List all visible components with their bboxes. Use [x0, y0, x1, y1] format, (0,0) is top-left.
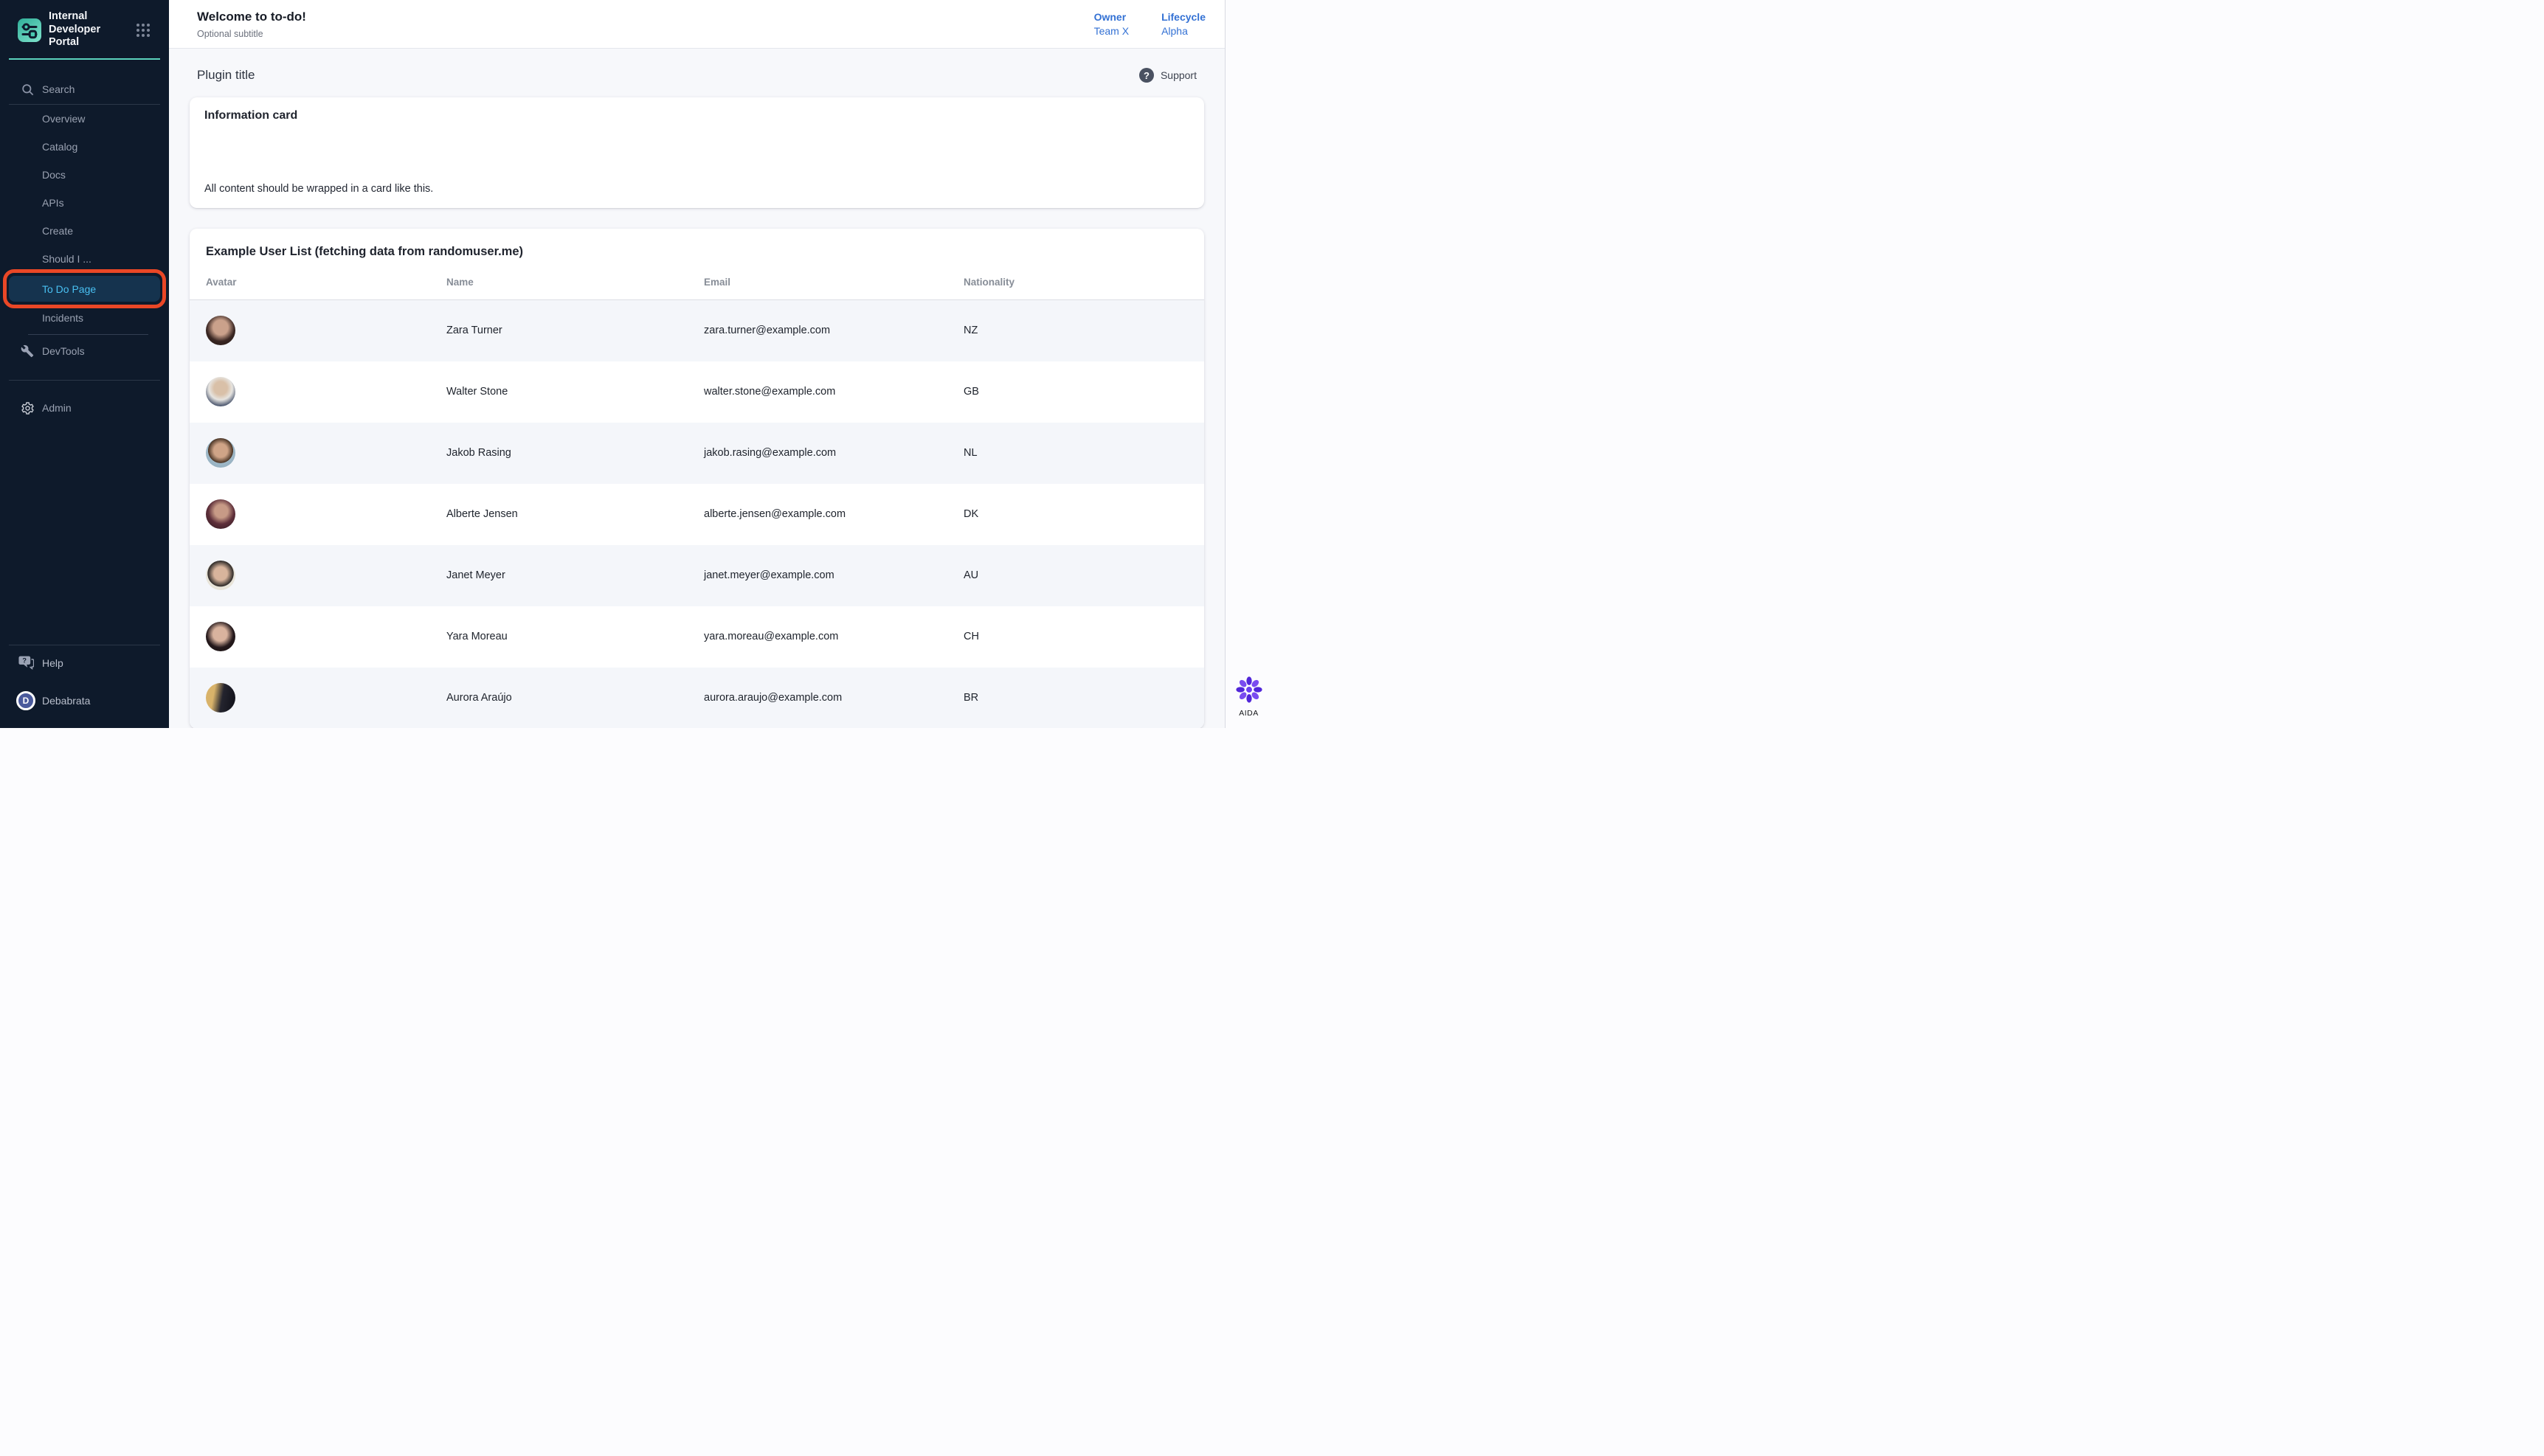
support-button[interactable]: ? Support: [1139, 68, 1197, 83]
brand: Internal Developer Portal: [9, 0, 160, 60]
table-row: Janet Meyer janet.meyer@example.com AU: [190, 545, 1204, 606]
owner-value-link[interactable]: Team X: [1094, 25, 1129, 37]
cell-nationality: NL: [964, 423, 1204, 484]
sidebar-item-docs[interactable]: Docs: [0, 161, 169, 189]
owner-label: Owner: [1094, 11, 1129, 23]
cell-nationality: AU: [964, 545, 1204, 606]
col-header-avatar: Avatar: [190, 266, 446, 300]
col-header-email: Email: [704, 266, 964, 300]
sidebar-nav: Search Overview Catalog Docs APIs Create…: [0, 60, 169, 422]
cell-email: alberte.jensen@example.com: [704, 484, 964, 545]
information-card-title: Information card: [204, 109, 1189, 122]
user-table: Avatar Name Email Nationality Zara Turne…: [190, 266, 1204, 728]
avatar: [206, 438, 235, 468]
cell-nationality: GB: [964, 361, 1204, 423]
page-title: Welcome to to-do!: [197, 10, 306, 24]
cell-nationality: BR: [964, 668, 1204, 729]
search-icon: [20, 82, 35, 97]
table-row: Walter Stone walter.stone@example.com GB: [190, 361, 1204, 423]
sidebar-item-apis[interactable]: APIs: [0, 189, 169, 217]
avatar: [206, 622, 235, 651]
table-row: Alberte Jensen alberte.jensen@example.co…: [190, 484, 1204, 545]
app-title: Internal Developer Portal: [49, 10, 129, 49]
cell-name: Yara Moreau: [446, 606, 704, 668]
help-bubble-icon: ?: [18, 655, 34, 672]
divider: [9, 380, 160, 381]
sidebar-item-catalog[interactable]: Catalog: [0, 133, 169, 161]
question-mark-icon: ?: [1139, 68, 1154, 83]
cell-name: Jakob Rasing: [446, 423, 704, 484]
plugin-title: Plugin title: [197, 68, 255, 83]
page-subtitle: Optional subtitle: [197, 29, 306, 39]
wrench-icon: [20, 344, 35, 358]
cell-nationality: CH: [964, 606, 1204, 668]
aida-label: AIDA: [1235, 709, 1263, 718]
sidebar-item-devtools[interactable]: DevTools: [0, 337, 169, 365]
sidebar-item-to-do-page[interactable]: To Do Page: [9, 276, 160, 302]
information-card: Information card All content should be w…: [190, 97, 1204, 208]
lifecycle-label: Lifecycle: [1161, 11, 1206, 23]
col-header-name: Name: [446, 266, 704, 300]
gear-icon: [20, 401, 35, 415]
cell-nationality: DK: [964, 484, 1204, 545]
svg-text:?: ?: [22, 657, 27, 665]
table-row: Yara Moreau yara.moreau@example.com CH: [190, 606, 1204, 668]
user-avatar: D: [16, 691, 35, 710]
cell-email: janet.meyer@example.com: [704, 545, 964, 606]
cell-email: walter.stone@example.com: [704, 361, 964, 423]
col-header-nationality: Nationality: [964, 266, 1204, 300]
aida-flower-icon: [1235, 676, 1263, 704]
sidebar-item-overview[interactable]: Overview: [0, 105, 169, 133]
apps-grid-icon[interactable]: [136, 24, 150, 37]
header-meta: Owner Team X Lifecycle Alpha: [1094, 11, 1206, 37]
user-list-title: Example User List (fetching data from ra…: [190, 245, 1204, 259]
cell-name: Alberte Jensen: [446, 484, 704, 545]
viewport-margin: AIDA: [1225, 0, 1272, 728]
lifecycle-value: Alpha: [1161, 25, 1206, 37]
main-area: Welcome to to-do! Optional subtitle Owne…: [169, 0, 1225, 728]
cell-email: jakob.rasing@example.com: [704, 423, 964, 484]
owner-meta: Owner Team X: [1094, 11, 1129, 37]
sidebar-user[interactable]: D Debabrata: [0, 681, 169, 721]
avatar: [206, 377, 235, 406]
cell-name: Zara Turner: [446, 300, 704, 361]
cell-name: Aurora Araújo: [446, 668, 704, 729]
sidebar-item-create[interactable]: Create: [0, 217, 169, 245]
cell-nationality: NZ: [964, 300, 1204, 361]
app-logo-icon: [18, 18, 41, 42]
aida-watermark: AIDA: [1235, 676, 1263, 718]
avatar: [206, 683, 235, 713]
avatar: [206, 499, 235, 529]
sidebar-item-search[interactable]: Search: [0, 74, 169, 104]
content-area: Plugin title ? Support Information card …: [169, 49, 1225, 728]
information-card-body: All content should be wrapped in a card …: [204, 183, 1189, 195]
cell-email: aurora.araujo@example.com: [704, 668, 964, 729]
support-label: Support: [1161, 69, 1197, 81]
sidebar-item-label: Search: [42, 83, 75, 95]
content-header: Plugin title ? Support: [197, 68, 1197, 83]
user-list-card: Example User List (fetching data from ra…: [190, 229, 1204, 728]
cell-name: Walter Stone: [446, 361, 704, 423]
sidebar-item-incidents[interactable]: Incidents: [0, 304, 169, 332]
table-row: Zara Turner zara.turner@example.com NZ: [190, 300, 1204, 361]
avatar: [206, 561, 235, 590]
sidebar-item-help[interactable]: ? Help: [0, 645, 169, 681]
avatar: [206, 316, 235, 345]
page-header: Welcome to to-do! Optional subtitle Owne…: [169, 0, 1225, 49]
sidebar: Internal Developer Portal Search Overvie…: [0, 0, 169, 728]
cell-email: zara.turner@example.com: [704, 300, 964, 361]
cell-email: yara.moreau@example.com: [704, 606, 964, 668]
sidebar-item-admin[interactable]: Admin: [0, 394, 169, 422]
lifecycle-meta: Lifecycle Alpha: [1161, 11, 1206, 37]
divider: [28, 334, 148, 335]
table-row: Aurora Araújo aurora.araujo@example.com …: [190, 668, 1204, 729]
sidebar-item-should-i[interactable]: Should I ...: [0, 245, 169, 273]
cell-name: Janet Meyer: [446, 545, 704, 606]
sidebar-footer: ? Help D Debabrata: [0, 645, 169, 728]
table-header-row: Avatar Name Email Nationality: [190, 266, 1204, 300]
table-row: Jakob Rasing jakob.rasing@example.com NL: [190, 423, 1204, 484]
user-name: Debabrata: [42, 695, 90, 707]
